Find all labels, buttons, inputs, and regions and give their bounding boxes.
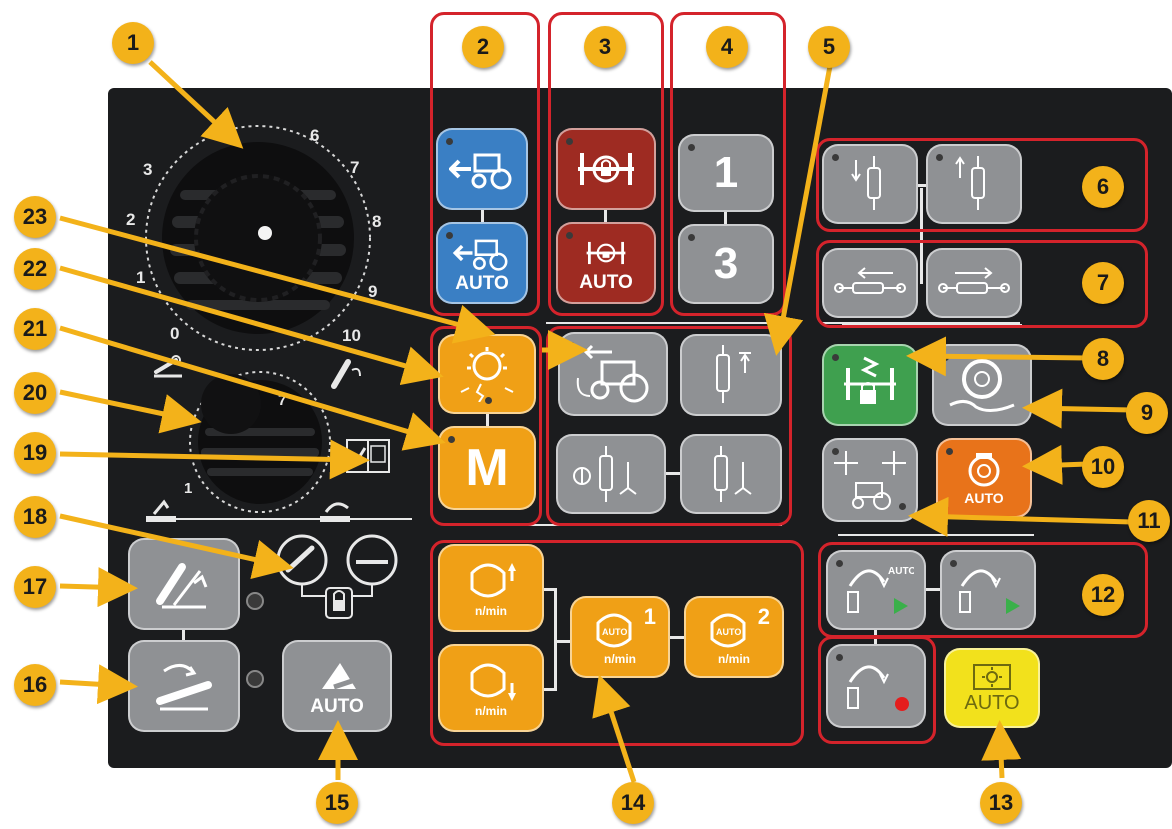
callout-19: 19 (14, 432, 56, 474)
callout-20: 20 (14, 372, 56, 414)
callout-16: 16 (14, 664, 56, 706)
callout-22: 22 (14, 248, 56, 290)
callout-14: 14 (612, 782, 654, 824)
callout-18: 18 (14, 496, 56, 538)
callout-17: 17 (14, 566, 56, 608)
callout-21: 21 (14, 308, 56, 350)
callout-9: 9 (1126, 392, 1168, 434)
callout-arrows (59, 60, 1133, 783)
callout-15: 15 (316, 782, 358, 824)
callout-2: 2 (462, 26, 504, 68)
callout-1: 1 (112, 22, 154, 64)
callout-7: 7 (1082, 262, 1124, 304)
callout-23: 23 (14, 196, 56, 238)
callout-4: 4 (706, 26, 748, 68)
callout-12: 12 (1082, 574, 1124, 616)
callout-11: 11 (1128, 500, 1170, 542)
callout-6: 6 (1082, 166, 1124, 208)
callout-5: 5 (808, 26, 850, 68)
callout-13: 13 (980, 782, 1022, 824)
callout-3: 3 (584, 26, 626, 68)
callout-8: 8 (1082, 338, 1124, 380)
callout-10: 10 (1082, 446, 1124, 488)
